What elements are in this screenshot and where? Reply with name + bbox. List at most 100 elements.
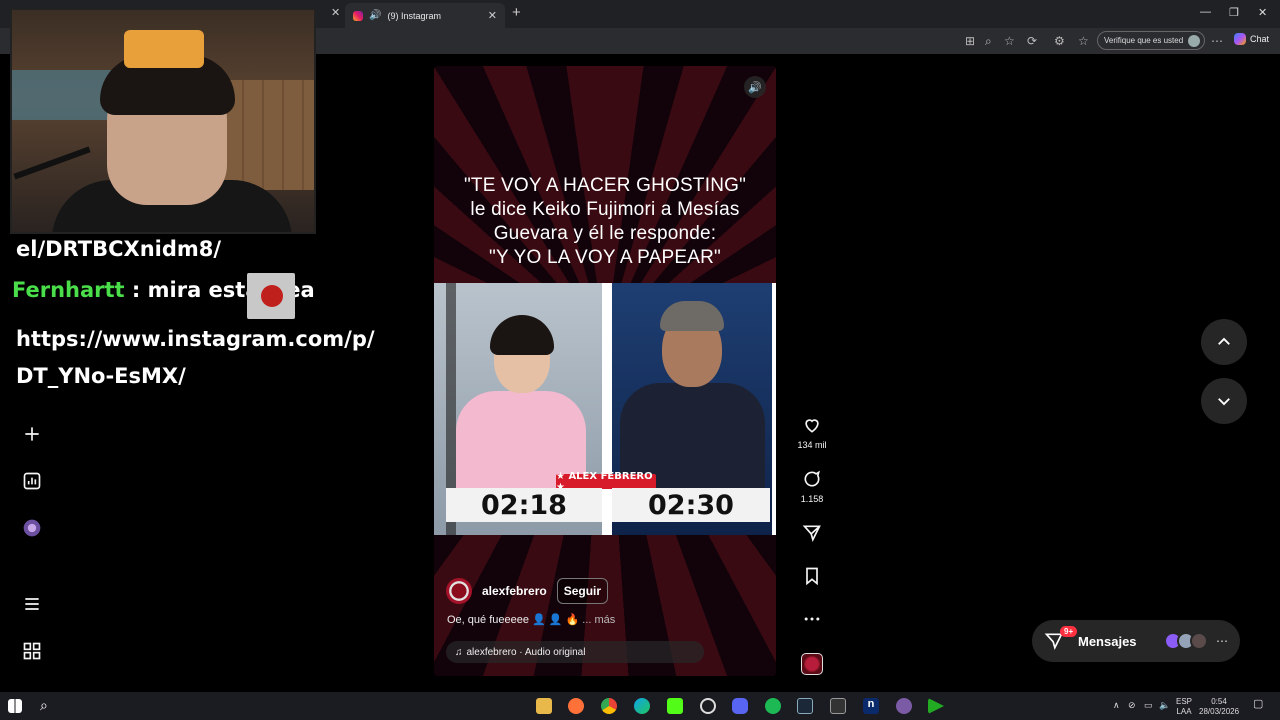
chevron-up-icon — [1218, 337, 1230, 345]
copilot-icon — [1234, 33, 1246, 45]
network-icon[interactable]: ▭ — [1144, 700, 1153, 710]
caption-line: Guevara y él le responde: — [493, 223, 717, 244]
timer-right: 02:30 — [612, 488, 770, 522]
apps-icon[interactable]: ⊞ — [965, 34, 975, 48]
share-action[interactable] — [796, 523, 828, 543]
overlay-chat-user: Fernhartt — [12, 278, 125, 302]
windows-start-icon[interactable] — [8, 699, 22, 713]
brand-watermark: ★ ALEX FEBRERO ★ — [556, 471, 656, 493]
bookmark-icon[interactable] — [802, 566, 822, 586]
audio-thumbnail[interactable] — [801, 653, 823, 675]
reel-video[interactable]: 🔊 "TE VOY A HACER GHOSTING" le dice Keik… — [434, 66, 776, 676]
timer-left: 02:18 — [446, 488, 602, 522]
reel-author: alexfebrero Seguir — [446, 578, 609, 604]
kick-icon[interactable] — [667, 698, 683, 714]
new-tab-icon[interactable]: + — [512, 4, 521, 21]
like-action[interactable]: 134 mil — [796, 415, 828, 450]
audio-link[interactable]: ♫ alexfebrero · Audio original — [446, 641, 704, 663]
verify-label: Verifique que es usted — [1104, 36, 1184, 45]
firefox-icon[interactable] — [568, 698, 584, 714]
refresh-icon[interactable]: ⟳ — [1027, 34, 1037, 48]
author-avatar[interactable] — [446, 578, 472, 604]
create-icon[interactable] — [20, 422, 44, 446]
instagram-favicon-icon — [353, 10, 363, 21]
tab-instagram[interactable]: 🔊 (9) Instagram ✕ — [345, 3, 505, 28]
speaker-icon[interactable]: 🔊 — [369, 10, 381, 21]
follow-button[interactable]: Seguir — [556, 578, 609, 604]
tray-chevron-icon[interactable]: ∧ — [1113, 700, 1120, 710]
close-tab-icon[interactable]: ✕ — [331, 6, 340, 19]
profile-icon[interactable] — [20, 516, 44, 540]
clock[interactable]: 0:54 28/03/2026 — [1199, 697, 1239, 717]
audio-label: alexfebrero · Audio original — [466, 646, 586, 658]
caption-line: le dice Keiko Fujimori a Mesías — [470, 199, 740, 220]
search-icon[interactable]: ⌕ — [40, 697, 48, 714]
chrome-icon[interactable] — [601, 698, 617, 714]
extensions-icon[interactable]: ⚙ — [1054, 34, 1065, 48]
close-window-icon[interactable]: ✕ — [1258, 6, 1267, 19]
overlay-chat-line: el/DRTBCXnidm8/ — [16, 237, 222, 261]
zoom-icon[interactable]: ⌕ — [985, 34, 992, 49]
openai-icon[interactable] — [700, 698, 716, 714]
emote-figure — [261, 285, 283, 307]
messages-label: Mensajes — [1078, 633, 1137, 649]
clock-time: 0:54 — [1211, 697, 1227, 706]
terminal-icon[interactable] — [830, 698, 846, 714]
more-menu-icon[interactable]: ⋯ — [1211, 34, 1223, 48]
close-tab-icon[interactable]: ✕ — [488, 9, 497, 22]
more-options-action[interactable] — [796, 609, 828, 629]
spotify-icon[interactable] — [765, 698, 781, 714]
next-reel-button[interactable] — [1201, 378, 1247, 424]
menu-icon[interactable] — [20, 592, 44, 616]
volume-icon[interactable]: 🔊 — [744, 76, 766, 98]
more-link[interactable]: ... más — [582, 614, 615, 626]
lang-bottom: LAA — [1176, 707, 1192, 716]
notifications-icon[interactable]: ▢ — [1253, 699, 1263, 710]
maximize-icon[interactable]: ❐ — [1229, 6, 1239, 19]
heart-icon[interactable] — [802, 415, 822, 435]
avatar — [1190, 632, 1208, 650]
lang-top: ESP — [1176, 697, 1193, 706]
paper-crown — [124, 30, 204, 68]
favorite-star-icon[interactable]: ☆ — [1004, 34, 1015, 48]
description-text: Oe, qué fueeeee — [447, 614, 529, 626]
discord-icon[interactable] — [732, 698, 748, 714]
dashboard-icon[interactable] — [20, 469, 44, 493]
overlay-chat-line: https://www.instagram.com/p/ — [16, 327, 375, 351]
reel-description: Oe, qué fueeeee 👤 👤 🔥 ... más — [447, 613, 615, 626]
description-emojis: 👤 👤 🔥 — [532, 614, 580, 626]
music-note-icon: ♫ — [455, 646, 463, 658]
favorites-icon[interactable]: ☆ — [1078, 34, 1089, 48]
caption-line: "TE VOY A HACER GHOSTING" — [463, 175, 747, 196]
more-apps-icon[interactable] — [20, 639, 44, 663]
profile-verify-button[interactable]: Verifique que es usted — [1097, 31, 1205, 50]
profile-avatar — [1188, 34, 1200, 47]
previous-reel-button[interactable] — [1201, 319, 1247, 365]
webcam-overlay — [10, 8, 316, 234]
author-username[interactable]: alexfebrero — [482, 584, 547, 598]
comment-action[interactable]: 1.158 — [796, 469, 828, 504]
microphone-arm — [13, 146, 91, 180]
more-dots-icon[interactable] — [802, 609, 822, 629]
more-dots-icon[interactable]: ⋯ — [1216, 634, 1228, 648]
file-explorer-icon[interactable] — [536, 698, 552, 714]
tray-app-icon[interactable]: ⊘ — [1128, 700, 1136, 710]
clock-date: 28/03/2026 — [1199, 707, 1240, 716]
volume-tray-icon[interactable]: 🔈 — [1159, 700, 1170, 710]
steam-icon[interactable] — [797, 698, 813, 714]
chat-label: Chat — [1250, 34, 1270, 44]
messages-badge: 9+ — [1060, 626, 1078, 637]
comment-icon[interactable] — [802, 469, 822, 489]
notion-n-icon[interactable]: n — [863, 698, 879, 714]
message-avatars — [1164, 632, 1208, 650]
obs-icon[interactable] — [896, 698, 912, 714]
minimize-icon[interactable]: — — [1200, 6, 1211, 18]
send-icon[interactable] — [802, 523, 822, 543]
overlay-chat-line: DT_YNo-EsMX/ — [16, 364, 186, 388]
copilot-chat-button[interactable]: Chat — [1234, 33, 1269, 45]
speaker-left-hair — [490, 315, 554, 355]
edge-icon[interactable] — [634, 698, 650, 714]
messages-button[interactable]: 9+ Mensajes ⋯ — [1032, 620, 1240, 662]
language-indicator[interactable]: ESP LAA — [1176, 697, 1192, 717]
save-action[interactable] — [796, 566, 828, 586]
